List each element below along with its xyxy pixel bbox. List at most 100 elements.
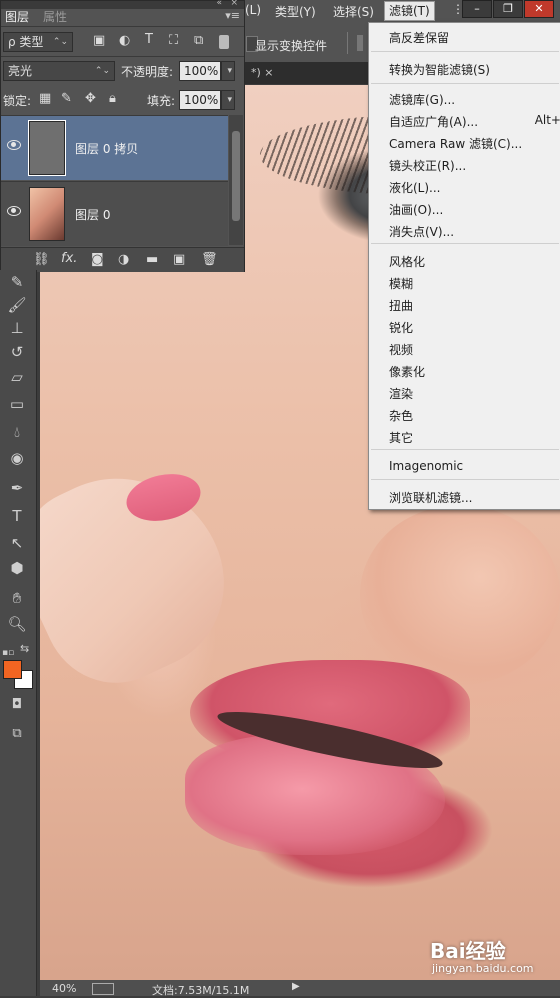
close-button[interactable]: ✕ [524, 0, 554, 18]
menu-type[interactable]: 类型(Y) [275, 3, 316, 20]
lock-all-icon[interactable]: 🔒︎ [109, 91, 116, 106]
gradient-icon[interactable]: ▭ [6, 394, 28, 414]
brush-tool-icon[interactable]: 🖌︎ [6, 295, 28, 315]
filter-item[interactable]: Imagenomic [389, 459, 463, 473]
filter-item[interactable]: 浏览联机滤镜... [389, 489, 472, 506]
menu-layer[interactable]: (L) [245, 3, 261, 17]
opacity-input[interactable]: 100% [179, 61, 221, 81]
quick-mask-icon[interactable]: ◘ [6, 695, 28, 715]
menu-filter[interactable]: 滤镜(T) [384, 1, 435, 21]
pixel-filter-icon[interactable]: ▣ [93, 33, 105, 48]
document-tab[interactable]: *) × [251, 66, 274, 79]
opacity-dropdown-button[interactable]: ▾ [221, 61, 235, 81]
lock-image-icon[interactable]: ✎ [61, 91, 72, 106]
fill-input[interactable]: 100% [179, 90, 221, 110]
layer-row[interactable]: 图层 0 [1, 181, 228, 246]
scrollbar-thumb[interactable] [232, 131, 240, 221]
foreground-color-swatch[interactable] [3, 660, 22, 679]
blend-mode-select[interactable]: 亮光 ⌃⌄ [3, 61, 115, 81]
path-select-icon[interactable]: ↖ [6, 533, 28, 553]
filter-item[interactable]: 视频 [389, 341, 413, 358]
filter-item[interactable]: 自适应广角(A)... [389, 113, 478, 130]
filter-item[interactable]: 风格化 [389, 253, 425, 270]
menu-separator [371, 449, 559, 450]
default-colors-icon[interactable]: ▪▫ [2, 648, 14, 658]
panel-titlebar[interactable]: « × [1, 0, 244, 9]
menu-select[interactable]: 选择(S) [333, 3, 374, 20]
lock-transparent-icon[interactable]: ▦ [39, 91, 51, 106]
filter-item[interactable]: 渲染 [389, 385, 413, 402]
fill-dropdown-button[interactable]: ▾ [221, 90, 235, 110]
collapse-icon[interactable]: « [216, 0, 222, 8]
filter-item[interactable]: 其它 [389, 429, 413, 446]
kind-label: ρ 类型 [8, 35, 44, 49]
hand-icon[interactable]: ✋︎ [6, 588, 28, 608]
maximize-button[interactable]: ❐ [493, 0, 523, 18]
layer-name[interactable]: 图层 0 拷贝 [75, 140, 138, 157]
trash-icon[interactable]: 🗑︎ [201, 252, 218, 267]
visibility-eye-icon[interactable] [7, 140, 21, 150]
minimize-button[interactable]: – [462, 0, 492, 18]
filter-item[interactable]: 油画(O)... [389, 201, 443, 218]
layer-kind-filter[interactable]: ρ 类型 ⌃⌄ [3, 32, 73, 52]
shape-filter-icon[interactable]: ⛶ [169, 33, 178, 48]
zoom-level[interactable]: 40% [52, 982, 76, 995]
eraser-icon[interactable]: ▱ [6, 367, 28, 387]
show-transform-label[interactable]: 显示变换控件 [255, 37, 327, 54]
filter-item[interactable]: 像素化 [389, 363, 425, 380]
zoom-icon[interactable]: 🔍︎ [6, 614, 28, 634]
layer-row[interactable]: 图层 0 拷贝 [1, 115, 228, 180]
mask-icon[interactable]: ◙ [91, 252, 104, 267]
chevron-down-icon: ▾ [227, 95, 232, 105]
swap-colors-icon[interactable]: ⇆ [20, 642, 29, 655]
blur-icon[interactable]: 💧︎ [6, 422, 28, 442]
new-layer-icon[interactable]: ▣ [173, 252, 185, 267]
doc-info-icon[interactable] [92, 983, 114, 995]
pen-icon[interactable]: ✒ [6, 478, 28, 498]
dodge-icon[interactable]: ◉ [6, 448, 28, 468]
fx-icon[interactable]: fx. [61, 251, 77, 266]
filter-item[interactable]: 滤镜库(G)... [389, 91, 455, 108]
filter-item[interactable]: 杂色 [389, 407, 413, 424]
filter-item[interactable]: 扭曲 [389, 297, 413, 314]
layer-name[interactable]: 图层 0 [75, 206, 110, 223]
status-menu-arrow-icon[interactable]: ▶ [292, 981, 300, 992]
filter-item[interactable]: 液化(L)... [389, 179, 441, 196]
adjustment-filter-icon[interactable]: ◐ [119, 33, 130, 48]
filter-item[interactable]: 锐化 [389, 319, 413, 336]
filter-item[interactable]: Camera Raw 滤镜(C)... [389, 135, 522, 152]
filter-item[interactable]: 模糊 [389, 275, 413, 292]
menu-separator [371, 83, 559, 84]
adjustment-icon[interactable]: ◑ [118, 252, 129, 267]
lock-label: 锁定: [3, 94, 32, 108]
filter-item[interactable]: 消失点(V)... [389, 223, 454, 240]
filter-toggle-icon[interactable] [219, 35, 229, 49]
type-tool-icon[interactable]: T [6, 506, 28, 526]
menu-separator [371, 479, 559, 480]
tab-layers[interactable]: 图层 [3, 9, 32, 25]
smart-object-filter-icon[interactable]: ⧉ [194, 33, 203, 48]
folder-icon[interactable]: ▬ [146, 252, 158, 267]
screen-mode-icon[interactable]: ⧉ [6, 724, 28, 744]
filter-item[interactable]: 高反差保留 [389, 29, 449, 46]
history-brush-icon[interactable]: ↺ [6, 342, 28, 362]
layers-scrollbar[interactable] [229, 115, 243, 245]
layers-panel: « × 图层 属性 ▾≡ ρ 类型 ⌃⌄ ▣ ◐ T ⛶ ⧉ 亮光 ⌃⌄ 不透明度:… [0, 0, 245, 272]
tab-properties[interactable]: 属性 [41, 9, 69, 25]
fill-label: 填充: [147, 94, 176, 108]
menubar: (L) 类型(Y) 选择(S) 滤镜(T) ⋮ – ❐ ✕ [243, 0, 560, 22]
visibility-eye-icon[interactable] [7, 206, 21, 216]
lock-position-icon[interactable]: ✥ [85, 91, 96, 106]
filter-item[interactable]: 镜头校正(R)... [389, 157, 466, 174]
stamp-icon[interactable]: ⊥ [6, 318, 28, 338]
align-icon[interactable] [357, 35, 363, 51]
link-icon[interactable]: ⛓ [33, 252, 50, 267]
chevron-down-icon: ▾ [227, 66, 232, 76]
shape-icon[interactable]: ⬢ [6, 558, 28, 578]
close-panel-icon[interactable]: × [230, 0, 238, 8]
filter-item[interactable]: 转换为智能滤镜(S) [389, 61, 490, 78]
brush-icon[interactable]: ✎ [6, 272, 28, 292]
type-filter-icon[interactable]: T [145, 32, 153, 47]
layer-thumbnail [28, 120, 66, 176]
panel-menu-icon[interactable]: ▾≡ [225, 9, 240, 22]
